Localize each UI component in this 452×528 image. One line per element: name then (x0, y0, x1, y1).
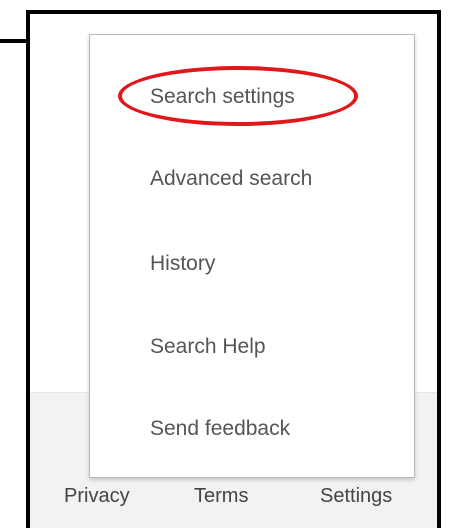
footer-links: Privacy Terms Settings (30, 472, 437, 528)
footer-terms-link[interactable]: Terms (194, 485, 248, 508)
menu-item-history[interactable]: History (150, 252, 215, 276)
screenshot-stage: Privacy Terms Settings Search settings A… (0, 0, 452, 528)
annotation-lead-line (0, 39, 28, 43)
footer-privacy-link[interactable]: Privacy (64, 485, 130, 508)
menu-item-advanced-search[interactable]: Advanced search (150, 167, 312, 191)
footer-settings-link[interactable]: Settings (320, 485, 392, 508)
annotation-frame: Privacy Terms Settings Search settings A… (26, 10, 441, 528)
menu-item-search-settings[interactable]: Search settings (150, 85, 295, 109)
menu-item-search-help[interactable]: Search Help (150, 335, 266, 359)
settings-dropdown-menu: Search settings Advanced search History … (89, 34, 415, 478)
menu-item-send-feedback[interactable]: Send feedback (150, 417, 290, 441)
